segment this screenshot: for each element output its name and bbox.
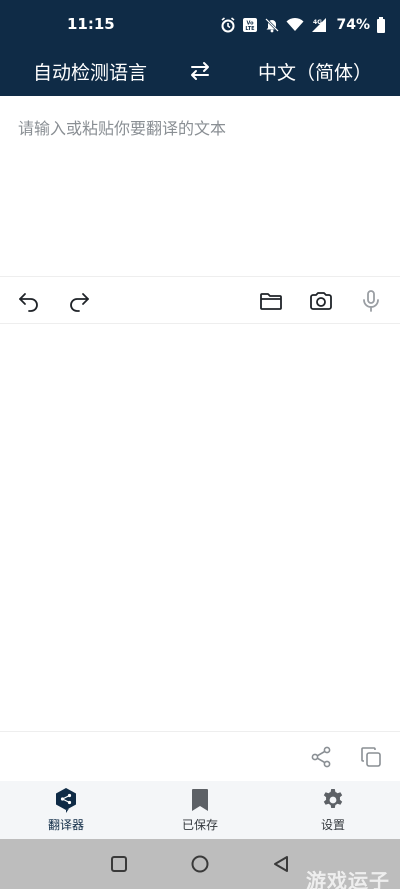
back-button[interactable]	[270, 853, 292, 875]
input-toolbar	[0, 276, 400, 324]
language-bar: 自动检测语言 中文（简体）	[0, 48, 400, 96]
source-text-input[interactable]: 请输入或粘贴你要翻译的文本	[0, 96, 400, 276]
svg-text:4G: 4G	[313, 19, 322, 26]
share-icon[interactable]	[308, 744, 334, 770]
folder-icon[interactable]	[258, 288, 284, 314]
battery-percent: 74%	[336, 17, 370, 33]
translation-output	[0, 324, 400, 731]
bookmark-icon	[190, 787, 210, 813]
app-header: 11:15 Vo LTE 4G 74% 自动检测语言 中文（简体）	[0, 0, 400, 96]
tab-translator-label: 翻译器	[47, 818, 84, 832]
camera-icon[interactable]	[308, 288, 334, 314]
tab-saved[interactable]: 已保存	[150, 787, 250, 835]
recents-button[interactable]	[108, 853, 130, 875]
status-time: 11:15	[67, 15, 115, 33]
svg-text:LTE: LTE	[246, 26, 256, 32]
microphone-icon[interactable]	[358, 288, 384, 314]
tab-saved-label: 已保存	[181, 818, 218, 832]
watermark-logo: 游戏运子	[306, 869, 390, 889]
gear-icon	[321, 787, 345, 813]
swap-icon[interactable]	[186, 57, 214, 85]
copy-icon[interactable]	[358, 744, 384, 770]
status-bar: 11:15 Vo LTE 4G 74%	[0, 0, 400, 48]
status-icons: Vo LTE 4G 74%	[220, 14, 386, 36]
signal-4g-icon: 4G	[310, 17, 328, 33]
tab-settings-label: 设置	[320, 818, 345, 832]
tab-translator[interactable]: 翻译器	[16, 787, 116, 835]
wifi-icon	[286, 17, 304, 33]
input-placeholder: 请输入或粘贴你要翻译的文本	[18, 119, 227, 138]
bottom-tab-bar: 翻译器 已保存 设置	[0, 781, 400, 839]
tab-settings[interactable]: 设置	[283, 787, 383, 835]
alarm-icon	[220, 17, 236, 33]
system-nav-bar: 游戏运子	[0, 839, 400, 889]
redo-icon[interactable]	[66, 288, 92, 314]
home-button[interactable]	[189, 853, 211, 875]
target-language-selector[interactable]: 中文（简体）	[258, 58, 372, 85]
output-actions	[0, 731, 400, 781]
undo-icon[interactable]	[16, 288, 42, 314]
source-language-selector[interactable]: 自动检测语言	[33, 58, 147, 85]
volte-icon: Vo LTE	[242, 17, 258, 33]
battery-icon	[376, 17, 386, 33]
deepl-logo-icon	[54, 787, 78, 813]
mute-icon	[264, 17, 280, 33]
